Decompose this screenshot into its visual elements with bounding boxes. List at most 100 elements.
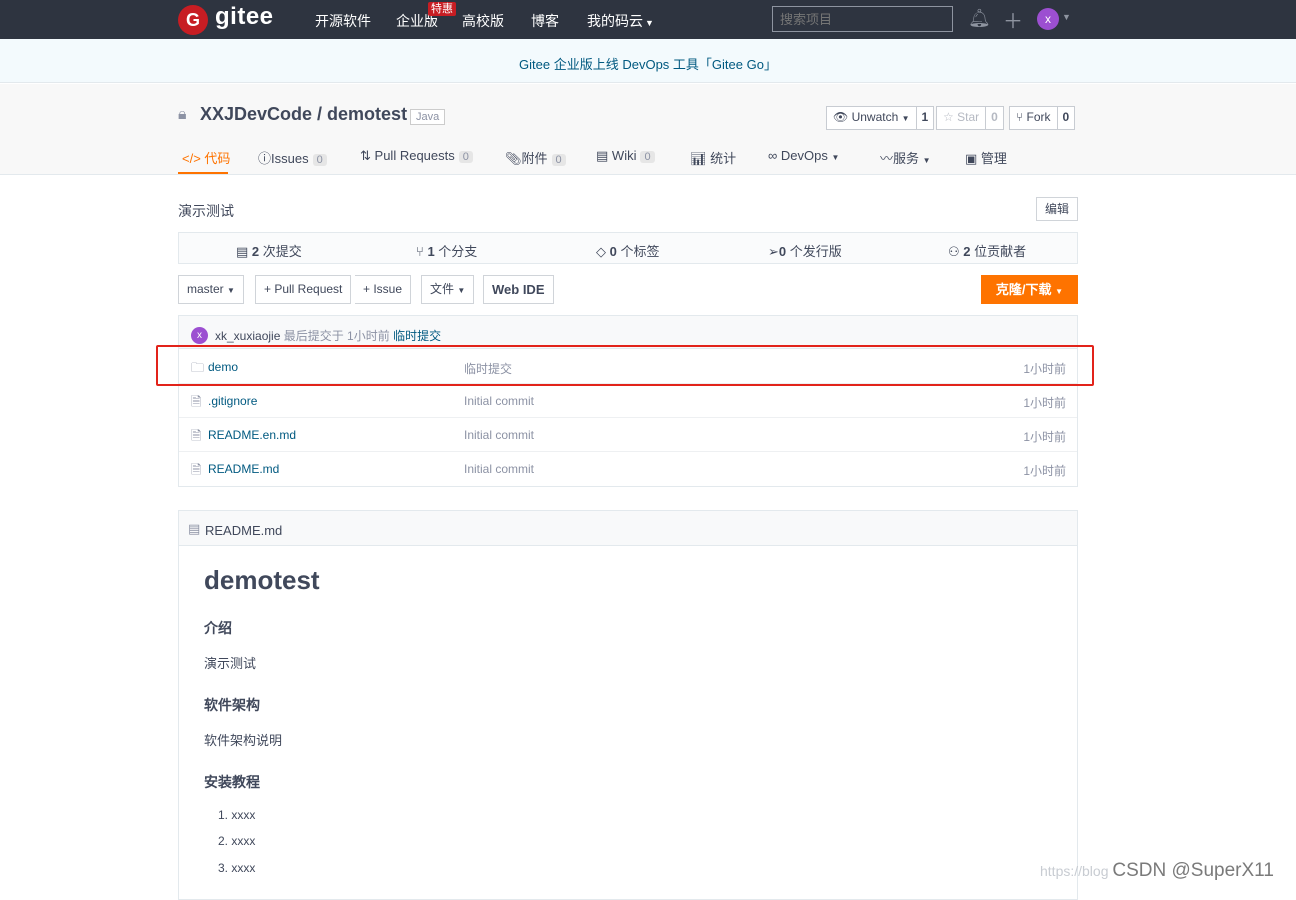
tab-issues-label: Issues bbox=[271, 151, 309, 166]
chevron-down-icon: ▼ bbox=[457, 286, 466, 295]
readme-heading: 安装教程 bbox=[204, 774, 260, 790]
file-row[interactable]: 🗎 .gitignore Initial commit 1小时前 bbox=[179, 384, 1077, 418]
commit-author-avatar[interactable]: x bbox=[191, 327, 208, 344]
search-input[interactable] bbox=[772, 6, 953, 32]
tab-pull-requests[interactable]: ⇅ Pull Requests 0 bbox=[360, 148, 473, 164]
chevron-down-icon: ▼ bbox=[901, 114, 910, 123]
chevron-down-icon[interactable]: ▼ bbox=[1062, 12, 1071, 22]
nav-open-source[interactable]: 开源软件 bbox=[315, 11, 371, 31]
fork-label: Fork bbox=[1026, 110, 1051, 124]
tab-services[interactable]: 〰服务 ▼ bbox=[880, 148, 931, 167]
list-item: 1. xxxx bbox=[218, 808, 256, 822]
fork-button[interactable]: ⑂ Fork 0 bbox=[1009, 106, 1076, 130]
commits-label: 次提交 bbox=[262, 244, 302, 259]
eye-icon: 👁︎ bbox=[833, 110, 849, 124]
plus-icon[interactable]: ＋ bbox=[1003, 5, 1023, 34]
paperclip-icon: 📎︎ bbox=[505, 151, 522, 166]
settings-doc-icon: ▣ bbox=[965, 151, 978, 166]
tab-attachments-label: 附件 bbox=[521, 151, 548, 166]
nav-my-gitee[interactable]: 我的码云 ▼ bbox=[587, 11, 654, 31]
chevron-down-icon: ▼ bbox=[922, 156, 931, 165]
repo-title[interactable]: XXJDevCode / demotest bbox=[200, 104, 407, 125]
tab-devops-label: DevOps bbox=[780, 148, 828, 163]
releases-label: 个发行版 bbox=[789, 244, 842, 259]
file-row[interactable]: 🗎 README.en.md Initial commit 1小时前 bbox=[179, 418, 1077, 452]
web-ide-button[interactable]: Web IDE bbox=[483, 275, 554, 304]
nav-education[interactable]: 高校版 bbox=[462, 11, 504, 31]
commit-message-link[interactable]: 临时提交 bbox=[393, 329, 441, 343]
tab-attachments[interactable]: 📎︎附件 0 bbox=[505, 148, 566, 167]
file-icon: 🗎 bbox=[191, 428, 202, 443]
repo-stats-bar: ▤ 2 次提交 ⑂ 1 个分支 ◇ 0 个标签 ➢0 个发行版 ⚇ 2 位贡献者 bbox=[178, 232, 1078, 264]
file-time: 1小时前 bbox=[1023, 396, 1066, 410]
hot-badge: 特惠 bbox=[428, 2, 456, 16]
commit-icon: ▤ bbox=[236, 244, 249, 259]
tab-manage[interactable]: ▣ 管理 bbox=[965, 148, 1007, 167]
stat-contributors[interactable]: ⚇ 2 位贡献者 bbox=[948, 241, 1026, 260]
bell-icon[interactable]: 🔔︎ bbox=[968, 8, 991, 29]
watch-button[interactable]: 👁︎ Unwatch ▼ 1 bbox=[826, 106, 935, 130]
infinity-icon: ∞ bbox=[768, 148, 778, 163]
tab-issues[interactable]: ⓘIssues 0 bbox=[258, 148, 327, 167]
commits-count: 2 bbox=[251, 244, 260, 259]
chevron-down-icon: ▼ bbox=[227, 286, 235, 295]
tab-devops[interactable]: ∞ DevOps ▼ bbox=[768, 148, 839, 163]
branch-select[interactable]: master ▼ bbox=[178, 275, 244, 304]
book-icon: ▤ bbox=[596, 148, 609, 163]
stat-branches[interactable]: ⑂ 1 个分支 bbox=[416, 241, 477, 260]
stat-commits[interactable]: ▤ 2 次提交 bbox=[236, 241, 302, 260]
user-avatar[interactable]: x bbox=[1037, 8, 1059, 30]
star-count[interactable]: 0 bbox=[985, 107, 1003, 129]
nav-blog[interactable]: 博客 bbox=[531, 11, 559, 31]
contributors-count: 2 bbox=[963, 244, 971, 259]
star-button[interactable]: ☆ Star 0 bbox=[936, 106, 1004, 130]
clone-download-button[interactable]: 克隆/下载 ▼ bbox=[981, 275, 1078, 304]
file-commit-message[interactable]: Initial commit bbox=[464, 394, 534, 408]
tab-code[interactable]: </> 代码 bbox=[182, 148, 230, 167]
repo-description: 演示测试 bbox=[178, 203, 234, 219]
tab-wiki[interactable]: ▤ Wiki 0 bbox=[596, 148, 655, 164]
language-tag[interactable]: Java bbox=[410, 109, 446, 125]
tab-wiki-count: 0 bbox=[640, 151, 655, 163]
file-name[interactable]: .gitignore bbox=[208, 394, 257, 408]
tags-label: 个标签 bbox=[620, 244, 660, 259]
commit-author[interactable]: xk_xuxiaojie bbox=[215, 329, 280, 343]
banner-link[interactable]: Gitee 企业版上线 DevOps 工具「Gitee Go」 bbox=[0, 54, 1296, 73]
chevron-down-icon: ▼ bbox=[1055, 287, 1064, 296]
contributors-label: 位贡献者 bbox=[974, 244, 1027, 259]
file-menu-button[interactable]: 文件 ▼ bbox=[421, 275, 475, 304]
new-pull-request-button[interactable]: + Pull Request bbox=[255, 275, 352, 304]
issue-icon: ⓘ bbox=[258, 151, 272, 166]
send-icon: ➢ bbox=[768, 244, 779, 259]
readme-filename[interactable]: README.md bbox=[205, 523, 282, 538]
tab-pull-requests-label: Pull Requests bbox=[374, 148, 455, 163]
file-icon: 🗎 bbox=[191, 462, 202, 477]
branch-select-label: master bbox=[187, 282, 224, 296]
gitee-logo-icon[interactable]: G bbox=[178, 5, 208, 35]
readme-title: demotest bbox=[204, 565, 320, 595]
file-icon: 🗎 bbox=[191, 394, 202, 409]
pull-request-icon: ⇅ bbox=[360, 148, 371, 163]
file-time: 1小时前 bbox=[1023, 464, 1066, 478]
stat-releases[interactable]: ➢0 个发行版 bbox=[768, 241, 842, 260]
file-row[interactable]: 🗎 README.md Initial commit 1小时前 bbox=[179, 452, 1077, 486]
fork-count[interactable]: 0 bbox=[1056, 107, 1075, 129]
tab-stats[interactable]: 📊︎ 统计 bbox=[690, 148, 736, 167]
bar-chart-icon: 📊︎ bbox=[690, 151, 707, 166]
active-tab-indicator bbox=[178, 172, 228, 174]
tag-icon: ◇ bbox=[596, 244, 606, 259]
tab-issues-count: 0 bbox=[312, 154, 327, 166]
file-commit-message[interactable]: Initial commit bbox=[464, 462, 534, 476]
edit-button[interactable]: 编辑 bbox=[1036, 197, 1078, 221]
tab-attachments-count: 0 bbox=[551, 154, 566, 166]
stat-tags[interactable]: ◇ 0 个标签 bbox=[596, 241, 660, 260]
readme-heading: 软件架构 bbox=[204, 697, 260, 713]
file-name[interactable]: README.en.md bbox=[208, 428, 296, 442]
watch-count[interactable]: 1 bbox=[915, 107, 934, 129]
new-issue-button[interactable]: + Issue bbox=[355, 275, 412, 304]
file-name[interactable]: README.md bbox=[208, 462, 279, 476]
brand-name[interactable]: gitee bbox=[215, 3, 274, 31]
file-commit-message[interactable]: Initial commit bbox=[464, 428, 534, 442]
branch-icon: ⑂ bbox=[416, 244, 424, 259]
fork-icon: ⑂ bbox=[1016, 110, 1024, 124]
